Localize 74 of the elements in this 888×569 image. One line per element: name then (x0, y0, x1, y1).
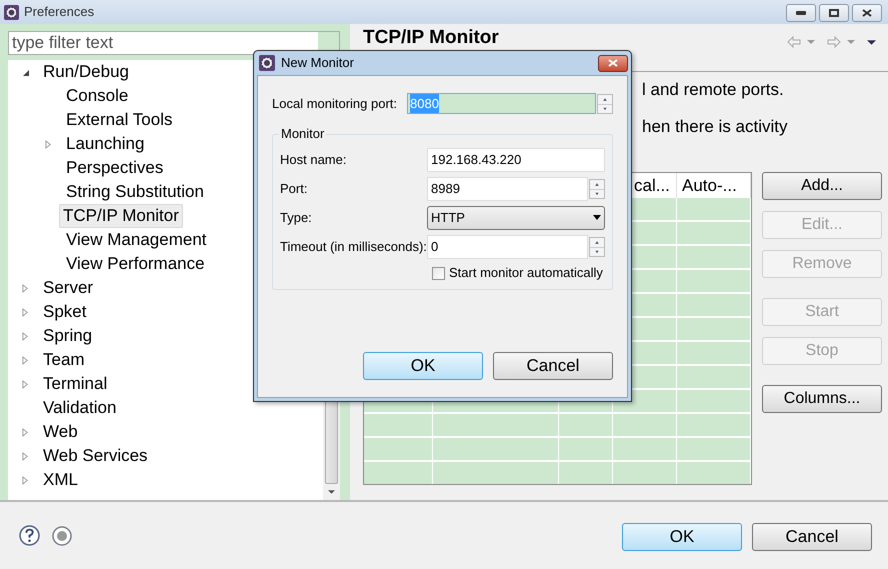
tree-item[interactable]: Web Services (40, 445, 151, 467)
field-label: Timeout (in milliseconds): (280, 238, 427, 256)
gear-icon (259, 55, 275, 71)
maximize-button[interactable] (819, 4, 849, 22)
tree-item[interactable]: Terminal (40, 373, 110, 395)
help-icon[interactable] (19, 525, 40, 546)
maximize-icon (829, 9, 839, 17)
tree-item[interactable]: Spring (40, 325, 96, 347)
field-label: Type: (280, 208, 312, 227)
tree-item[interactable]: View Management (63, 229, 210, 251)
record-icon[interactable] (52, 526, 72, 546)
dialog-button[interactable]: Cancel (493, 352, 613, 380)
collapsed-arrow-icon[interactable] (22, 428, 29, 436)
dialog-button[interactable]: OK (622, 523, 742, 551)
checkbox[interactable] (432, 266, 445, 280)
window-title: Preferences (24, 3, 94, 22)
tree-item[interactable]: Server (40, 277, 96, 299)
field-label: Port: (280, 180, 308, 198)
dialog-close-button[interactable] (598, 54, 628, 72)
gear-icon (4, 4, 19, 20)
menu-caret-icon[interactable] (867, 40, 876, 44)
description-text: hen there is activity (642, 116, 789, 138)
checkbox-label: Start monitor automatically (449, 264, 603, 282)
collapsed-arrow-icon[interactable] (22, 476, 29, 484)
side-button[interactable]: Add... (762, 172, 882, 200)
collapsed-arrow-icon[interactable] (22, 308, 29, 316)
tree-item[interactable]: TCP/IP Monitor (59, 204, 183, 228)
expanded-arrow-icon[interactable] (22, 69, 30, 77)
collapsed-arrow-icon[interactable] (22, 284, 29, 292)
close-icon (608, 59, 618, 67)
caret-icon[interactable] (847, 40, 855, 44)
number-field[interactable]: 0 (427, 234, 588, 258)
field-label: Host name: (280, 150, 346, 169)
spinner-arrows-icon[interactable] (589, 178, 605, 198)
tree-item[interactable]: Launching (63, 133, 148, 155)
type-dropdown[interactable]: HTTP (427, 206, 605, 230)
host-field[interactable]: 192.168.43.220 (427, 148, 605, 172)
tree-item[interactable]: Validation (40, 397, 120, 419)
dialog-button[interactable]: Cancel (752, 523, 872, 551)
dialog-title: New Monitor (281, 54, 354, 72)
collapsed-arrow-icon[interactable] (22, 452, 29, 460)
spinner-arrows-icon[interactable] (589, 236, 605, 256)
back-arrow-icon[interactable] (787, 36, 801, 48)
forward-arrow-icon[interactable] (827, 36, 841, 48)
column-header[interactable]: Auto-... (677, 173, 751, 198)
collapsed-arrow-icon[interactable] (22, 380, 29, 388)
dialog-button[interactable]: OK (363, 352, 483, 380)
collapsed-arrow-icon[interactable] (45, 140, 52, 148)
close-icon (862, 9, 872, 17)
tree-item[interactable]: External Tools (63, 109, 176, 131)
tree-item[interactable]: Spket (40, 301, 90, 323)
caret-icon[interactable] (807, 40, 815, 44)
field-label: Local monitoring port: (272, 94, 398, 113)
tree-item[interactable]: Team (40, 349, 88, 371)
tree-item[interactable]: XML (40, 469, 81, 491)
port-value: 8080 (410, 94, 439, 114)
collapsed-arrow-icon[interactable] (22, 332, 29, 340)
close-button[interactable] (852, 4, 882, 22)
minimize-button[interactable] (786, 4, 816, 22)
dropdown-caret-icon (593, 215, 601, 220)
minimize-icon (796, 11, 806, 15)
tree-item[interactable]: String Substitution (63, 181, 207, 203)
description-text: l and remote ports. (642, 79, 785, 101)
tree-item[interactable]: View Performance (63, 253, 208, 275)
collapsed-arrow-icon[interactable] (22, 356, 29, 364)
tree-item[interactable]: Web (40, 421, 81, 443)
side-button[interactable]: Columns... (762, 385, 882, 413)
tree-item[interactable]: Perspectives (63, 157, 166, 179)
tree-item[interactable]: Run/Debug (40, 61, 132, 83)
page-title: TCP/IP Monitor (363, 27, 499, 49)
spinner-arrows-icon[interactable] (597, 94, 613, 114)
scroll-down-arrow-icon[interactable] (328, 490, 335, 494)
number-field[interactable]: 8989 (427, 176, 588, 200)
tree-item[interactable]: Console (63, 85, 132, 107)
